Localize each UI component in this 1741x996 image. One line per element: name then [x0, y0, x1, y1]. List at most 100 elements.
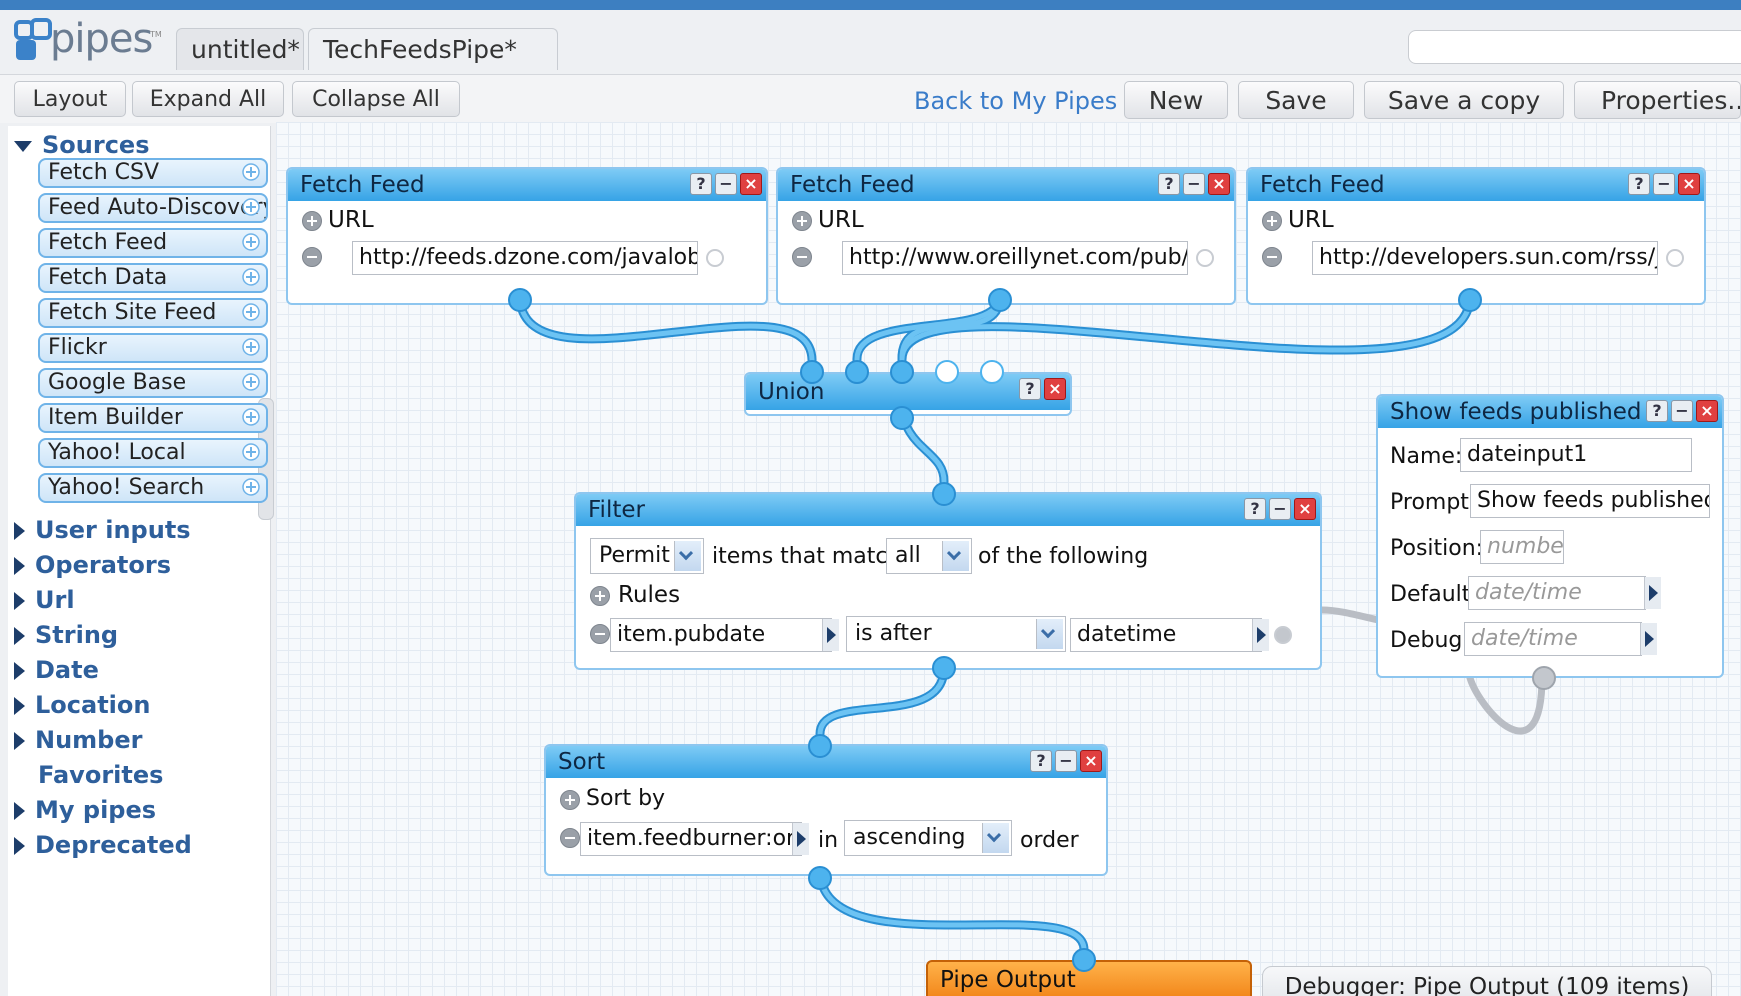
output-terminal[interactable] [890, 406, 914, 430]
url-terminal[interactable] [1196, 249, 1214, 267]
output-terminal[interactable] [1532, 666, 1556, 690]
add-icon[interactable] [242, 373, 260, 391]
help-icon[interactable]: ? [1019, 378, 1041, 400]
category-my-pipes[interactable]: My pipes [14, 793, 156, 827]
add-sort-icon[interactable] [560, 790, 580, 810]
category-operators[interactable]: Operators [14, 548, 171, 582]
url-terminal[interactable] [1666, 249, 1684, 267]
debug-input[interactable]: date/time [1464, 622, 1642, 656]
properties-button[interactable]: Properties... [1574, 81, 1741, 119]
match-select[interactable]: all [886, 538, 972, 574]
prompt-input[interactable]: Show feeds published [1470, 484, 1710, 518]
module-fetch-feed-3[interactable]: Fetch Feed ? − × URL http://developers.sun… [1246, 167, 1706, 305]
module-sort[interactable]: Sort ?−× Sort by item.feedburner:origLin… [544, 744, 1108, 876]
source-google-base[interactable]: Google Base [38, 368, 268, 398]
sort-field-picker-icon[interactable] [792, 823, 809, 855]
module-date-input[interactable]: Show feeds published ? − × Name: dateinput… [1376, 394, 1724, 678]
input-terminal-empty[interactable] [980, 360, 1004, 384]
source-fetch-csv[interactable]: Fetch CSV [38, 158, 268, 188]
rule-value-picker-icon[interactable] [1252, 619, 1269, 651]
source-item-builder[interactable]: Item Builder [38, 403, 268, 433]
add-icon[interactable] [242, 303, 260, 321]
rule-value-terminal[interactable] [1274, 626, 1292, 644]
add-icon[interactable] [242, 163, 260, 181]
output-terminal[interactable] [1458, 288, 1482, 312]
name-input[interactable]: dateinput1 [1460, 438, 1692, 472]
close-icon[interactable]: × [1696, 400, 1718, 422]
source-flickr[interactable]: Flickr [38, 333, 268, 363]
category-favorites[interactable]: Favorites [38, 758, 163, 792]
close-icon[interactable]: × [740, 173, 762, 195]
module-header[interactable]: Show feeds published ? − × [1378, 396, 1722, 428]
module-fetch-feed-2[interactable]: Fetch Feed ? − × URL http://www.oreillynet… [776, 167, 1236, 305]
save-copy-button[interactable]: Save a copy [1364, 81, 1564, 119]
add-url-icon[interactable] [792, 211, 812, 231]
source-fetch-site-feed[interactable]: Fetch Site Feed [38, 298, 268, 328]
minimize-icon[interactable]: − [715, 173, 737, 195]
category-number[interactable]: Number [14, 723, 142, 757]
category-user-inputs[interactable]: User inputs [14, 513, 191, 547]
close-icon[interactable]: × [1044, 378, 1066, 400]
add-icon[interactable] [242, 198, 260, 216]
rule-field-picker-icon[interactable] [822, 619, 839, 651]
source-yahoo-local[interactable]: Yahoo! Local [38, 438, 268, 468]
input-terminal[interactable] [932, 482, 956, 506]
category-url[interactable]: Url [14, 583, 75, 617]
category-sources[interactable]: Sources [14, 128, 149, 162]
input-terminal[interactable] [1072, 948, 1096, 972]
minimize-icon[interactable]: − [1269, 498, 1291, 520]
remove-url-icon[interactable] [792, 247, 812, 267]
close-icon[interactable]: × [1678, 173, 1700, 195]
rule-field-input[interactable]: item.pubdate [610, 618, 832, 652]
add-icon[interactable] [242, 408, 260, 426]
source-fetch-data[interactable]: Fetch Data [38, 263, 268, 293]
add-icon[interactable] [242, 478, 260, 496]
module-fetch-feed-1[interactable]: Fetch Feed ? − × URL http://feeds.dzone.co… [286, 167, 768, 305]
source-fetch-feed[interactable]: Fetch Feed [38, 228, 268, 258]
help-icon[interactable]: ? [1158, 173, 1180, 195]
sort-field-input[interactable]: item.feedburner:origLink [580, 822, 802, 856]
output-terminal[interactable] [988, 288, 1012, 312]
save-button[interactable]: Save [1238, 81, 1354, 119]
tab-untitled[interactable]: untitled* [176, 28, 304, 70]
output-terminal[interactable] [932, 656, 956, 680]
input-terminal[interactable] [800, 360, 824, 384]
close-icon[interactable]: × [1294, 498, 1316, 520]
collapse-all-button[interactable]: Collapse All [292, 81, 460, 117]
minimize-icon[interactable]: − [1055, 750, 1077, 772]
minimize-icon[interactable]: − [1671, 400, 1693, 422]
debugger-tab[interactable]: Debugger: Pipe Output (109 items) [1262, 966, 1712, 996]
minimize-icon[interactable]: − [1183, 173, 1205, 195]
module-filter[interactable]: Filter ? − × Permit items that match all o… [574, 492, 1322, 670]
remove-url-icon[interactable] [1262, 247, 1282, 267]
position-input[interactable]: number [1480, 530, 1564, 564]
sort-direction-select[interactable]: ascending [844, 820, 1012, 856]
output-terminal[interactable] [508, 288, 532, 312]
output-terminal[interactable] [808, 866, 832, 890]
url-input[interactable]: http://feeds.dzone.com/javalobby/article… [352, 241, 698, 275]
add-rule-icon[interactable] [590, 586, 610, 606]
help-icon[interactable]: ? [1628, 173, 1650, 195]
module-header[interactable]: Fetch Feed ? − × [288, 169, 766, 201]
source-feed-auto-discovery[interactable]: Feed Auto-Discovery [38, 193, 268, 223]
help-icon[interactable]: ? [690, 173, 712, 195]
source-yahoo-search[interactable]: Yahoo! Search [38, 473, 268, 503]
input-terminal[interactable] [845, 360, 869, 384]
expand-all-button[interactable]: Expand All [132, 81, 284, 117]
add-url-icon[interactable] [302, 211, 322, 231]
add-icon[interactable] [242, 233, 260, 251]
module-header[interactable]: Fetch Feed ? − × [778, 169, 1234, 201]
input-terminal[interactable] [890, 360, 914, 384]
filter-mode-select[interactable]: Permit [590, 538, 704, 574]
back-to-my-pipes-link[interactable]: Back to My Pipes [914, 87, 1117, 115]
rule-value-input[interactable]: datetime [1070, 618, 1262, 652]
add-icon[interactable] [242, 268, 260, 286]
minimize-icon[interactable]: − [1653, 173, 1675, 195]
default-input[interactable]: date/time [1468, 576, 1646, 610]
input-terminal[interactable] [808, 734, 832, 758]
help-icon[interactable]: ? [1244, 498, 1266, 520]
remove-url-icon[interactable] [302, 247, 322, 267]
rule-operator-select[interactable]: is after [846, 616, 1066, 652]
url-input[interactable]: http://www.oreillynet.com/pub/feed/7 [842, 241, 1188, 275]
new-button[interactable]: New [1124, 81, 1228, 119]
